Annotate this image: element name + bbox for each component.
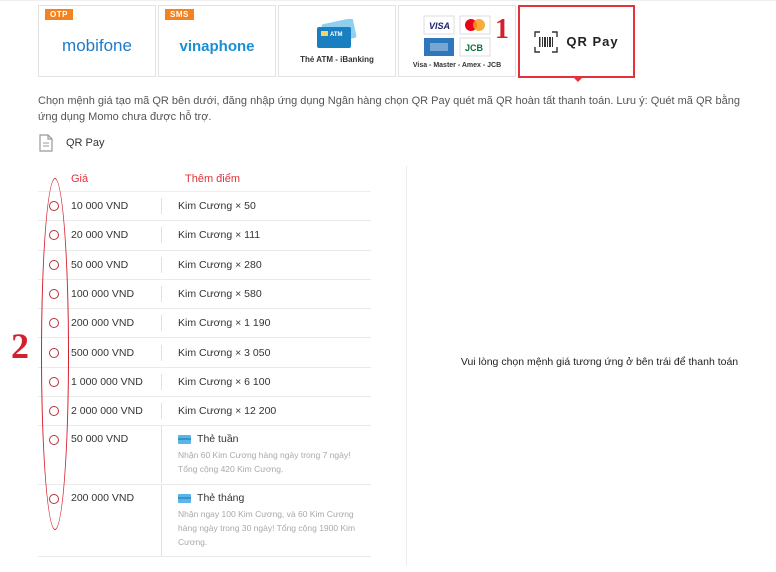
row-price: 20 000 VND xyxy=(71,227,162,244)
radio-button[interactable] xyxy=(49,259,59,270)
row-bonus: Kim Cương × 580 xyxy=(178,288,262,301)
instructions-text: Chọn mệnh giá tạo mã QR bên dưới, đăng n… xyxy=(38,95,740,123)
radio-button[interactable] xyxy=(49,230,59,241)
atm-caption: Thẻ ATM - iBanking xyxy=(300,54,374,64)
table-row[interactable]: 2 000 000 VND Kim Cương × 12 200 xyxy=(38,397,371,427)
card-title: Thẻ tuần xyxy=(197,433,239,446)
card-description: Nhận ngay 100 Kim Cương, và 60 Kim Cương… xyxy=(178,509,356,548)
table-row-monthly-card[interactable]: 200 000 VND Thẻ tháng Nhận ngay 100 Kim … xyxy=(38,485,371,558)
row-bonus: Kim Cương × 1 190 xyxy=(178,317,271,330)
radio-button[interactable] xyxy=(49,376,59,387)
row-price: 100 000 VND xyxy=(71,286,162,303)
tab-vinaphone[interactable]: SMS vinaphone xyxy=(158,5,276,77)
qr-scan-icon xyxy=(534,30,559,53)
top-border xyxy=(0,0,776,1)
row-price: 200 000 VND xyxy=(71,492,135,505)
table-row[interactable]: 100 000 VND Kim Cương × 580 xyxy=(38,280,371,310)
vinaphone-logo: vinaphone xyxy=(179,37,255,55)
card-description: Nhận 60 Kim Cương hàng ngày trong 7 ngày… xyxy=(178,450,351,475)
card-icon xyxy=(178,434,192,444)
row-bonus: Kim Cương × 280 xyxy=(178,258,262,271)
qrpay-label: QR Pay xyxy=(566,34,619,49)
radio-button[interactable] xyxy=(49,494,59,505)
document-icon xyxy=(39,134,53,152)
header-bonus: Thêm điểm xyxy=(185,172,241,185)
header-price: Giá xyxy=(71,172,89,185)
cards-caption: Visa - Master - Amex - JCB xyxy=(412,61,502,69)
tab-atm[interactable]: ATM Thẻ ATM - iBanking xyxy=(278,5,396,77)
section-title: QR Pay xyxy=(66,137,105,149)
price-table: Giá Thêm điểm 10 000 VND Kim Cương × 50 … xyxy=(38,166,371,558)
card-icon xyxy=(178,493,192,503)
table-row[interactable]: 1 000 000 VND Kim Cương × 6 100 xyxy=(38,368,371,398)
radio-button[interactable] xyxy=(49,435,59,446)
otp-badge: OTP xyxy=(45,9,73,20)
row-bonus: Kim Cương × 3 050 xyxy=(178,346,271,359)
table-row-weekly-card[interactable]: 50 000 VND Thẻ tuần Nhận 60 Kim Cương hà… xyxy=(38,426,371,486)
row-price: 50 000 VND xyxy=(71,256,162,273)
row-price: 200 000 VND xyxy=(71,315,162,332)
row-price: 500 000 VND xyxy=(71,344,162,361)
row-price: 50 000 VND xyxy=(71,433,129,446)
row-bonus: Kim Cương × 50 xyxy=(178,200,256,213)
row-bonus: Kim Cương × 12 200 xyxy=(178,405,277,418)
table-header: Giá Thêm điểm xyxy=(38,166,371,192)
annotation-marker-1: 1 xyxy=(495,14,509,45)
tab-mobifone[interactable]: OTP mobifone xyxy=(38,5,156,77)
selection-prompt: Vui lòng chọn mệnh giá tương ứng ở bên t… xyxy=(460,356,739,368)
table-row[interactable]: 50 000 VND Kim Cương × 280 xyxy=(38,251,371,280)
card-details: Thẻ tuần Nhận 60 Kim Cương hàng ngày tro… xyxy=(161,426,371,484)
payment-method-tabs: OTP mobifone SMS vinaphone ATM Thẻ ATM -… xyxy=(38,5,635,82)
atm-icon-text: ATM xyxy=(330,32,343,38)
row-price: 2 000 000 VND xyxy=(71,403,162,420)
section-header: QR Pay xyxy=(38,134,105,152)
table-row[interactable]: 10 000 VND Kim Cương × 50 xyxy=(38,192,371,222)
table-row[interactable]: 500 000 VND Kim Cương × 3 050 xyxy=(38,338,371,368)
jcb-text: JCB xyxy=(465,43,484,53)
row-price: 10 000 VND xyxy=(71,198,162,215)
atm-card-icon: ATM xyxy=(317,18,357,48)
radio-button[interactable] xyxy=(49,318,59,329)
table-row[interactable]: 200 000 VND Kim Cương × 1 190 xyxy=(38,309,371,339)
annotation-marker-2: 2 xyxy=(11,326,29,366)
radio-button[interactable] xyxy=(49,347,59,358)
row-bonus: Kim Cương × 111 xyxy=(178,229,261,242)
mobifone-logo: mobifone xyxy=(62,36,132,55)
card-title: Thẻ tháng xyxy=(197,492,245,505)
sms-badge: SMS xyxy=(165,9,194,20)
visa-text: VISA xyxy=(429,21,450,31)
row-bonus: Kim Cương × 6 100 xyxy=(178,375,271,388)
row-price: 1 000 000 VND xyxy=(71,373,162,390)
table-row[interactable]: 20 000 VND Kim Cương × 111 xyxy=(38,221,371,251)
radio-button[interactable] xyxy=(49,289,59,300)
radio-button[interactable] xyxy=(49,201,59,212)
card-details: Thẻ tháng Nhận ngay 100 Kim Cương, và 60… xyxy=(161,485,371,557)
tab-qrpay[interactable]: QR Pay xyxy=(518,5,635,82)
card-brands-icon: VISA JCB xyxy=(423,15,491,56)
radio-button[interactable] xyxy=(49,406,59,417)
